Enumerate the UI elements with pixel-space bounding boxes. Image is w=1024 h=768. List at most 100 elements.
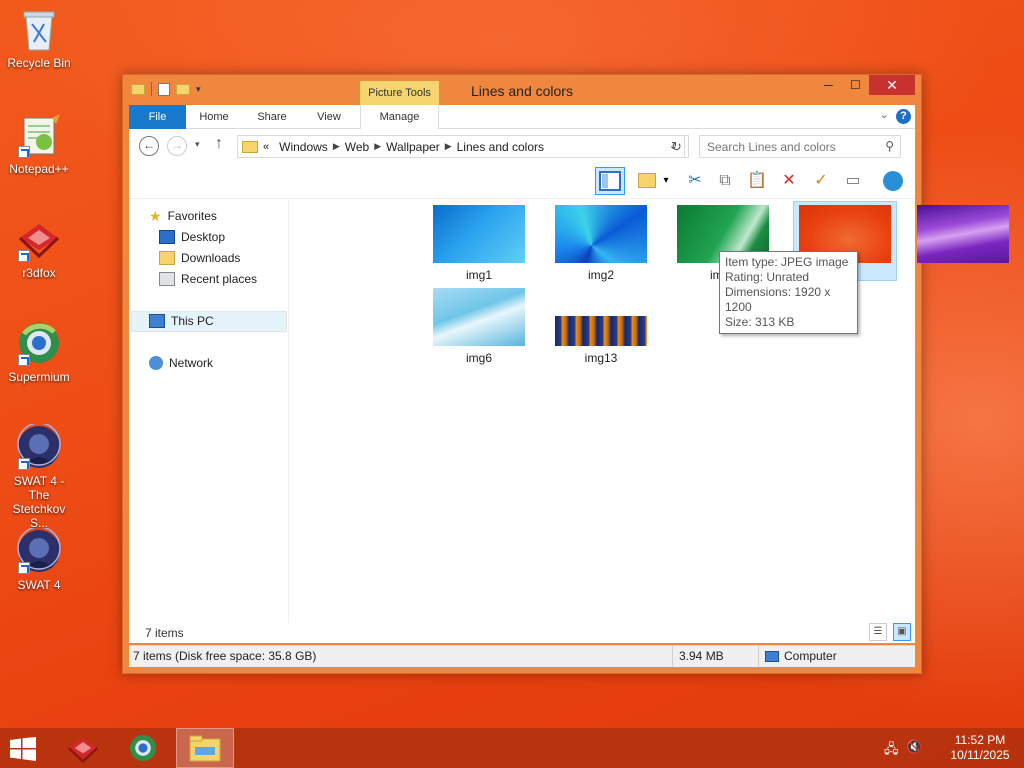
desktop-icon-recycle-bin[interactable]: Recycle Bin — [0, 6, 78, 70]
system-tray: 🖧 🔇 11:52 PM 10/11/2025 — [884, 728, 1024, 768]
search-placeholder: Search Lines and colors — [707, 140, 836, 154]
file-name: img1 — [465, 268, 492, 282]
nav-item-label: Favorites — [167, 209, 217, 223]
taskbar-app-file-explorer[interactable] — [176, 728, 234, 768]
desktop-icon — [159, 230, 175, 244]
nav-item-this-pc[interactable]: This PC — [149, 311, 214, 331]
desktop-icon-label: SWAT 4 — [17, 578, 61, 592]
swat4-icon — [16, 526, 62, 574]
nav-item-favorites[interactable]: ★ Favorites — [149, 206, 217, 226]
desktop-icon-notepad[interactable]: Notepad++ — [0, 112, 78, 176]
computer-icon — [149, 314, 165, 328]
file-item[interactable]: img13 — [549, 316, 653, 365]
supermium-icon — [129, 734, 157, 762]
details-view-icon[interactable]: ☰ — [869, 623, 887, 641]
cut-icon[interactable]: ✂ — [683, 169, 707, 193]
tab-manage[interactable]: Manage — [360, 105, 439, 129]
nav-item-label: Desktop — [181, 230, 226, 244]
network-icon[interactable]: 🖧 — [884, 740, 899, 762]
view-switcher: ☰ ▣ — [869, 623, 911, 641]
navigation-bar: ← → ▾ ↑ « Windows ▶ Web ▶ Wallpaper ▶ Li… — [129, 129, 915, 163]
chevron-down-icon[interactable]: ⌄ — [880, 108, 889, 121]
window-title: Lines and colors — [471, 83, 573, 99]
shortcut-arrow-icon — [18, 146, 30, 158]
windows-logo-icon — [10, 737, 36, 761]
title-bar[interactable]: ▾ Picture Tools Lines and colors ─ ☐ ✕ — [123, 75, 921, 121]
search-input[interactable]: Search Lines and colors ⚲ — [699, 135, 901, 158]
clock[interactable]: 11:52 PM 10/11/2025 — [950, 733, 1010, 763]
file-item[interactable]: img1 — [427, 205, 531, 282]
tooltip-rating: Rating: Unrated — [725, 270, 810, 284]
explorer-window[interactable]: ▾ Picture Tools Lines and colors ─ ☐ ✕ F… — [122, 74, 1009, 674]
properties-icon[interactable]: ▭ — [841, 169, 865, 193]
desktop-icon-label: SWAT 4 - The Stetchkov S... — [12, 474, 66, 530]
network-icon — [149, 356, 163, 370]
breadcrumb-overflow[interactable]: « — [258, 141, 274, 153]
taskbar-app-r3dfox[interactable] — [54, 728, 112, 768]
chevron-right-icon[interactable]: ▶ — [333, 141, 340, 152]
desktop-icon-r3dfox[interactable]: r3dfox — [0, 216, 78, 280]
tab-view[interactable]: View — [304, 105, 354, 129]
thumbnail-image — [433, 205, 525, 263]
chevron-right-icon[interactable]: ▶ — [445, 141, 452, 152]
folder-icon — [242, 140, 258, 153]
forward-button[interactable]: → — [167, 136, 187, 156]
refresh-button[interactable]: ↻ — [665, 135, 689, 158]
chevron-right-icon[interactable]: ▶ — [374, 141, 381, 152]
maximize-button[interactable]: ☐ — [842, 75, 869, 95]
swat4-icon — [16, 422, 62, 470]
breadcrumb[interactable]: Wallpaper — [381, 140, 445, 154]
shortcut-arrow-icon — [18, 250, 30, 262]
taskbar-app-supermium[interactable] — [114, 728, 172, 768]
chevron-down-icon[interactable]: ▾ — [659, 169, 673, 193]
nav-item-desktop[interactable]: Desktop — [159, 227, 225, 247]
desktop-icon-swat4[interactable]: SWAT 4 — [0, 526, 78, 592]
back-button[interactable]: ← — [139, 136, 159, 156]
breadcrumb[interactable]: Lines and colors — [452, 140, 549, 154]
desktop-icon-swat4-stetchkov[interactable]: SWAT 4 - The Stetchkov S... — [0, 422, 78, 530]
file-tooltip: Item type: JPEG image Rating: Unrated Di… — [719, 251, 858, 334]
preview-pane-icon[interactable] — [595, 167, 625, 195]
file-item[interactable]: img6 — [427, 288, 531, 365]
close-button[interactable]: ✕ — [869, 75, 915, 95]
file-item[interactable]: img5 — [915, 205, 1011, 282]
breadcrumb[interactable]: Web — [340, 140, 374, 154]
desktop-icon-supermium[interactable]: Supermium — [0, 320, 78, 384]
status-location-wrap: Computer — [759, 646, 909, 667]
notepad-plus-plus-icon — [16, 112, 62, 158]
tab-share[interactable]: Share — [247, 105, 297, 129]
downloads-folder-icon — [159, 251, 175, 265]
nav-item-label: This PC — [171, 314, 214, 328]
minimize-button[interactable]: ─ — [815, 75, 842, 95]
volume-muted-icon[interactable]: 🔇 — [906, 739, 922, 755]
nav-item-recent-places[interactable]: Recent places — [159, 269, 257, 289]
nav-item-label: Recent places — [181, 272, 258, 286]
window-controls: ─ ☐ ✕ — [815, 75, 915, 95]
file-item[interactable]: img2 — [549, 205, 653, 282]
paste-icon[interactable]: 📋 — [745, 169, 769, 193]
large-icons-view-icon[interactable]: ▣ — [893, 623, 911, 641]
tab-home[interactable]: Home — [189, 105, 239, 129]
delete-icon[interactable]: ✕ — [777, 169, 801, 193]
share-icon[interactable] — [881, 169, 905, 193]
breadcrumb[interactable]: Windows — [274, 140, 333, 154]
nav-item-network[interactable]: Network — [149, 353, 213, 373]
thumbnail-image — [433, 288, 525, 346]
tooltip-dimensions: Dimensions: 1920 x 1200 — [725, 285, 831, 314]
ribbon-tabs: File Home Share View Manage ⌄ ? — [129, 105, 915, 129]
tab-file[interactable]: File — [129, 105, 186, 129]
status-summary: 7 items (Disk free space: 35.8 GB) — [129, 646, 673, 667]
help-icon[interactable]: ? — [896, 109, 911, 124]
new-folder-icon[interactable] — [635, 169, 659, 193]
rename-icon[interactable]: ✓ — [809, 169, 833, 193]
clock-date: 10/11/2025 — [950, 748, 1010, 762]
copy-icon[interactable]: ⧉ — [713, 169, 737, 193]
address-bar[interactable]: « Windows ▶ Web ▶ Wallpaper ▶ Lines and … — [237, 135, 685, 158]
file-name: img6 — [465, 351, 492, 365]
nav-item-downloads[interactable]: Downloads — [159, 248, 240, 268]
recent-locations-icon[interactable]: ▾ — [195, 139, 200, 150]
status-location: Computer — [784, 649, 837, 663]
up-button[interactable]: ↑ — [215, 135, 223, 153]
navigation-pane: ★ Favorites Desktop Downloads Recent pla… — [129, 199, 289, 643]
start-button[interactable] — [10, 737, 36, 761]
